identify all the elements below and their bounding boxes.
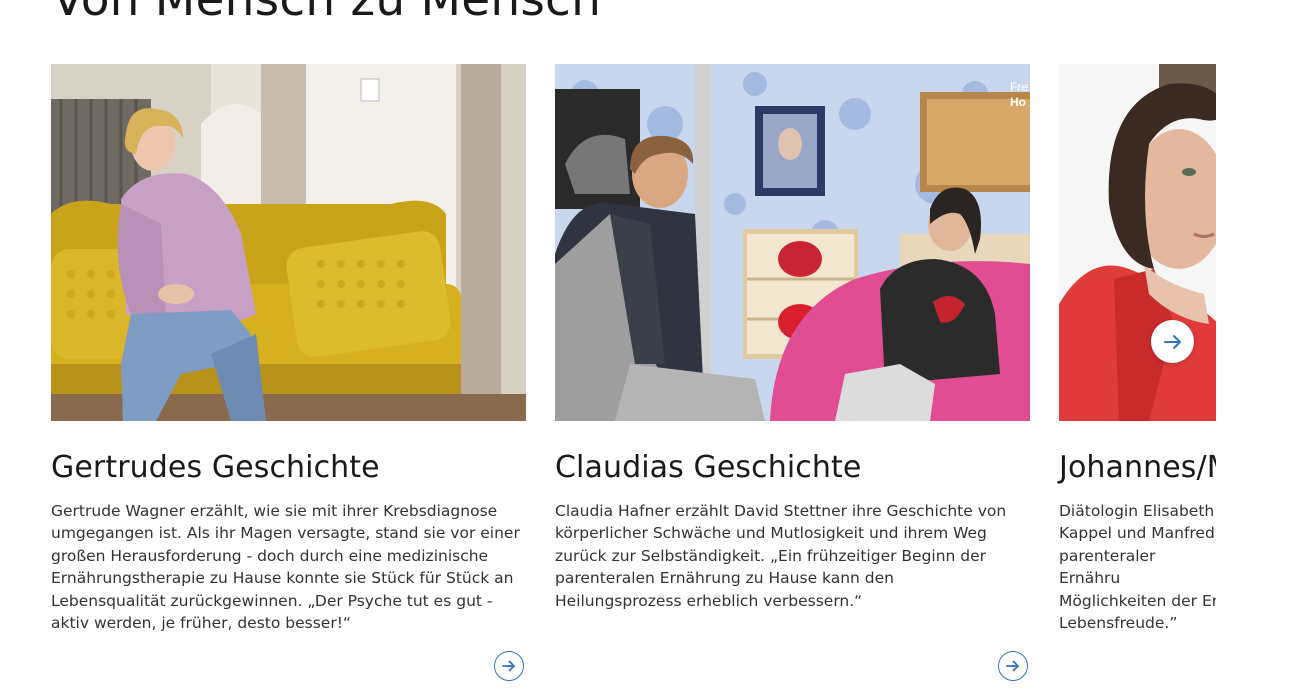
section-title: Von Mensch zu Mensch: [52, 0, 601, 30]
video-overlay-text: Fre: [1010, 80, 1028, 94]
story-description: Diätologin Elisabeth Kappel und Manfred …: [1059, 502, 1216, 633]
story-description: Claudia Hafner erzählt David Stettner ih…: [555, 502, 1007, 610]
video-overlay-text: Ho: [1010, 95, 1026, 109]
arrow-right-circle-icon[interactable]: [998, 651, 1028, 681]
story-image-johannes[interactable]: [1059, 64, 1216, 421]
story-card-claudia[interactable]: Fre Ho Claudias Geschichte Claudia Hafne…: [555, 64, 1030, 681]
story-card-gertrude[interactable]: Gertrudes Geschichte Gertrude Wagner erz…: [51, 64, 526, 681]
story-title[interactable]: Claudias Geschichte: [555, 449, 1030, 487]
story-title[interactable]: Johannes/M: [1059, 449, 1216, 487]
arrow-right-circle-icon[interactable]: [494, 651, 524, 681]
stories-carousel: Gertrudes Geschichte Gertrude Wagner erz…: [51, 64, 1216, 692]
carousel-next-button[interactable]: [1151, 320, 1194, 363]
story-description: Gertrude Wagner erzählt, wie sie mit ihr…: [51, 502, 520, 633]
story-image-claudia[interactable]: Fre Ho: [555, 64, 1030, 421]
story-image-gertrude[interactable]: [51, 64, 526, 421]
story-title[interactable]: Gertrudes Geschichte: [51, 449, 526, 487]
arrow-right-icon: [1163, 334, 1181, 349]
